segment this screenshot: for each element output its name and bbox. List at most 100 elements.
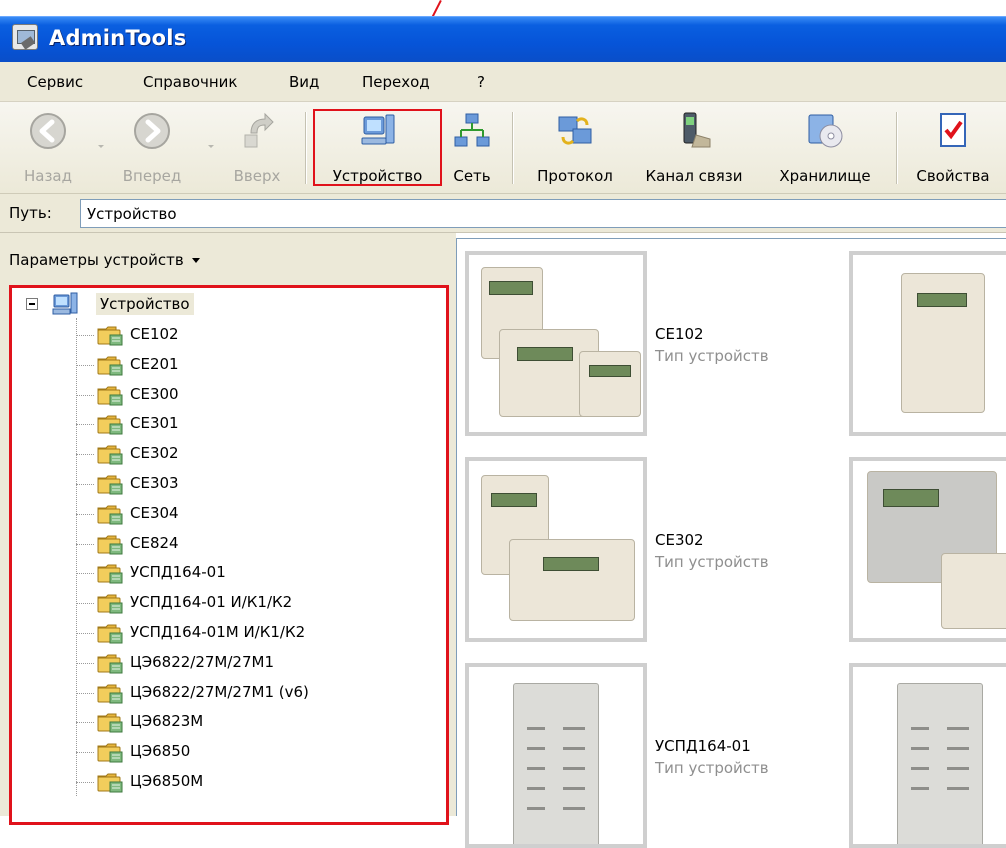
- menu-reference[interactable]: Справочник: [143, 73, 238, 91]
- menu-service[interactable]: Сервис: [27, 73, 83, 91]
- device-tile-thumbnail[interactable]: [465, 251, 647, 436]
- path-input[interactable]: Устройство: [80, 199, 1006, 228]
- uspd-indicator: [947, 727, 969, 730]
- meter-image: [941, 553, 1006, 629]
- uspd-indicator: [563, 767, 585, 770]
- tree-item-label: CE300: [130, 384, 179, 403]
- network-icon: [454, 113, 490, 147]
- tree-connector: [76, 454, 94, 456]
- folder-device-icon: [97, 743, 123, 763]
- properties-label: Свойства: [916, 167, 990, 185]
- channel-label: Канал связи: [645, 167, 743, 185]
- menu-navigate[interactable]: Переход: [362, 73, 430, 91]
- tile-type: Тип устройств: [655, 553, 769, 571]
- folder-device-icon: [97, 773, 123, 793]
- network-button[interactable]: Сеть: [443, 102, 501, 194]
- tree-item-label: УСПД164-01: [130, 563, 226, 582]
- folder-device-icon: [97, 326, 123, 346]
- channel-button[interactable]: Канал связи: [628, 102, 760, 194]
- forward-button[interactable]: Вперед: [104, 102, 200, 194]
- device-button[interactable]: Устройство: [315, 102, 440, 194]
- tree-item-label: CE303: [130, 474, 179, 492]
- meter-display: [883, 489, 939, 507]
- device-tile-thumbnail[interactable]: [849, 663, 1006, 848]
- menu-view[interactable]: Вид: [289, 73, 319, 91]
- phone-channel-icon: [683, 112, 711, 148]
- window-title: AdminTools: [49, 26, 187, 50]
- tile-name: CE102: [655, 325, 704, 343]
- storage-button[interactable]: Хранилище: [766, 102, 884, 194]
- tile-type: Тип устройств: [655, 759, 769, 777]
- tree-connector: [76, 782, 94, 783]
- uspd-indicator: [563, 807, 585, 810]
- computer-device-icon: [52, 292, 78, 315]
- computer-device-icon: [361, 114, 394, 145]
- meter-display: [917, 293, 967, 307]
- protocol-button[interactable]: Протокол: [525, 102, 625, 194]
- menu-bar: Сервис Справочник Вид Переход ?: [0, 62, 1006, 102]
- collapse-icon[interactable]: [26, 298, 38, 310]
- tree-item-label: CE304: [130, 503, 179, 522]
- properties-button[interactable]: Свойства: [900, 102, 1006, 194]
- tree-connector: [76, 364, 94, 366]
- protocol-label: Протокол: [537, 167, 613, 185]
- folder-device-icon: [97, 535, 123, 555]
- uspd-image: [513, 683, 599, 844]
- tree-item-label: ЦЭ6850: [130, 742, 191, 761]
- uspd-indicator: [527, 807, 545, 810]
- tree-guide-line: [76, 318, 77, 796]
- up-folder-icon: [244, 112, 274, 148]
- back-history-dropdown-icon[interactable]: [98, 145, 104, 148]
- folder-device-icon: [97, 713, 123, 733]
- meter-image: [579, 351, 641, 417]
- left-panel: Параметры устройств Устройство CE102 CE20…: [0, 233, 456, 825]
- folder-device-icon: [97, 505, 123, 525]
- back-button[interactable]: Назад: [0, 102, 96, 194]
- tree-item-label: CE302: [130, 444, 179, 463]
- tree-connector: [76, 603, 94, 605]
- uspd-indicator: [911, 767, 929, 770]
- tree-connector: [76, 662, 94, 664]
- chevron-down-icon: [191, 258, 200, 263]
- uspd-indicator: [911, 787, 929, 790]
- back-arrow-icon: [30, 113, 66, 149]
- uspd-indicator: [527, 727, 545, 730]
- device-tile-thumbnail[interactable]: [849, 457, 1006, 642]
- menu-help[interactable]: ?: [477, 73, 485, 91]
- window-title-bar[interactable]: AdminTools: [0, 16, 1006, 62]
- meter-display: [589, 365, 631, 377]
- uspd-indicator: [527, 747, 545, 750]
- toolbar-separator: [305, 112, 306, 184]
- uspd-indicator: [911, 747, 929, 750]
- tree-connector: [76, 484, 94, 485]
- tile-type: Тип устройств: [655, 347, 769, 365]
- device-tile-thumbnail[interactable]: [849, 251, 1006, 436]
- folder-device-icon: [97, 654, 123, 674]
- tree-connector: [76, 633, 94, 634]
- up-button[interactable]: Вверх: [216, 102, 298, 194]
- uspd-indicator: [563, 787, 585, 790]
- path-bar: Путь: Устройство: [0, 194, 1006, 233]
- folder-device-icon: [97, 564, 123, 584]
- device-tile-thumbnail[interactable]: [465, 663, 647, 848]
- forward-history-dropdown-icon[interactable]: [208, 145, 214, 148]
- tree-connector: [76, 513, 94, 515]
- folder-device-icon: [97, 356, 123, 376]
- tree-item-label: CE301: [130, 414, 179, 433]
- uspd-indicator: [947, 767, 969, 770]
- forward-arrow-icon: [134, 113, 170, 149]
- uspd-indicator: [947, 747, 969, 750]
- tree-connector: [76, 543, 94, 545]
- device-parameters-dropdown[interactable]: Параметры устройств: [9, 251, 200, 269]
- panel-splitter[interactable]: [449, 233, 456, 816]
- device-tree[interactable]: Устройство CE102 CE201 CE300 CE301 CE302 CE30…: [9, 285, 449, 825]
- protocol-icon: [558, 116, 592, 145]
- panel-header-label: Параметры устройств: [9, 251, 184, 269]
- tree-connector: [76, 752, 94, 754]
- device-tile-thumbnail[interactable]: [465, 457, 647, 642]
- network-label: Сеть: [453, 167, 491, 185]
- uspd-image: [897, 683, 983, 844]
- tile-name: CE302: [655, 531, 704, 549]
- tree-item-label: ЦЭ6823М: [130, 712, 204, 731]
- tree-item-label: CE102: [130, 325, 179, 343]
